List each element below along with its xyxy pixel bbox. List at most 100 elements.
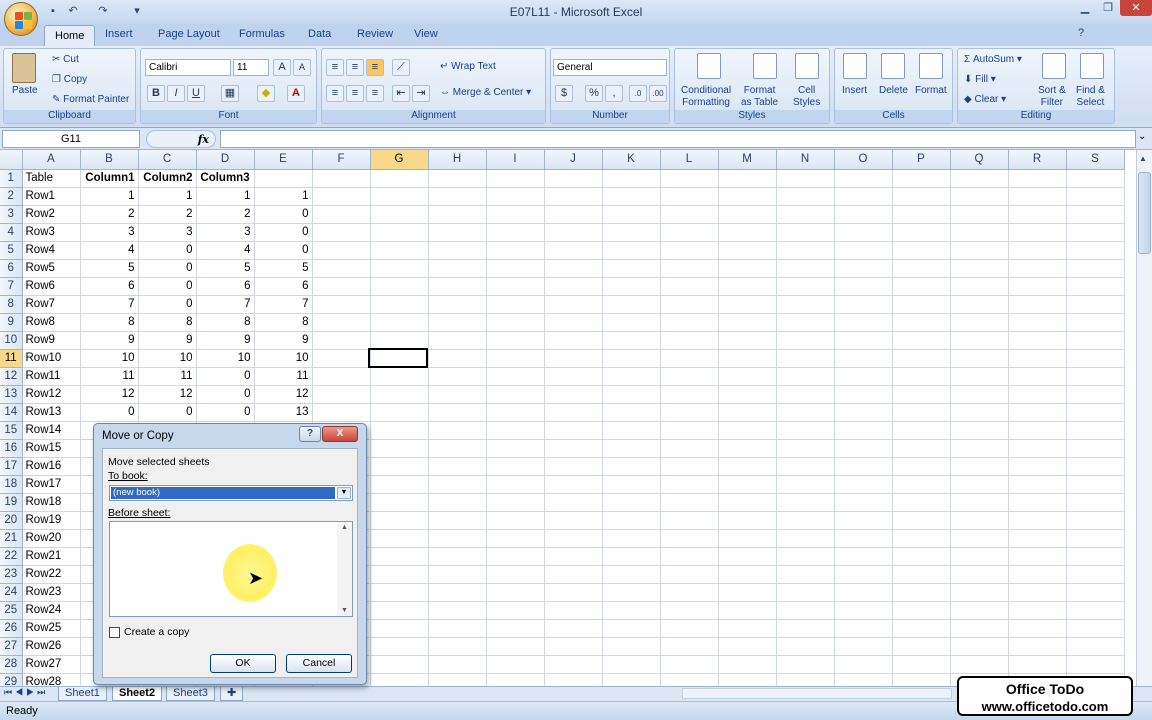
empty-cell[interactable]: [950, 421, 1009, 440]
expand-formula-icon[interactable]: ⌄: [1138, 131, 1146, 142]
empty-cell[interactable]: [486, 349, 545, 368]
empty-cell[interactable]: [486, 169, 545, 188]
empty-cell[interactable]: [776, 547, 835, 566]
empty-cell[interactable]: [428, 403, 487, 422]
create-copy-checkbox[interactable]: [109, 627, 120, 638]
cell[interactable]: 0: [80, 403, 139, 422]
empty-cell[interactable]: [1066, 529, 1125, 548]
empty-cell[interactable]: [776, 511, 835, 530]
empty-cell[interactable]: [834, 619, 893, 638]
empty-cell[interactable]: [428, 187, 487, 206]
autosum-button[interactable]: Σ AutoSum ▾: [964, 54, 1022, 65]
empty-cell[interactable]: [776, 565, 835, 584]
empty-cell[interactable]: [428, 259, 487, 278]
empty-cell[interactable]: [892, 655, 951, 674]
cell[interactable]: Row4: [22, 241, 81, 260]
empty-cell[interactable]: [660, 457, 719, 476]
empty-cell[interactable]: [602, 277, 661, 296]
empty-cell[interactable]: [428, 331, 487, 350]
empty-cell[interactable]: [1008, 277, 1067, 296]
empty-cell[interactable]: [950, 385, 1009, 404]
empty-cell[interactable]: [718, 439, 777, 458]
comma-icon[interactable]: ,: [605, 85, 623, 102]
empty-cell[interactable]: [370, 259, 429, 278]
empty-cell[interactable]: [834, 421, 893, 440]
empty-cell[interactable]: [428, 529, 487, 548]
empty-cell[interactable]: [718, 385, 777, 404]
empty-cell[interactable]: [544, 169, 603, 188]
cell[interactable]: Row16: [22, 457, 81, 476]
row-header[interactable]: 5: [0, 241, 23, 260]
empty-cell[interactable]: [1066, 493, 1125, 512]
empty-cell[interactable]: [544, 223, 603, 242]
cell[interactable]: Row12: [22, 385, 81, 404]
cell[interactable]: 0: [138, 241, 197, 260]
empty-cell[interactable]: [892, 331, 951, 350]
empty-cell[interactable]: [950, 187, 1009, 206]
row-header[interactable]: 3: [0, 205, 23, 224]
empty-cell[interactable]: [428, 349, 487, 368]
empty-cell[interactable]: [1008, 601, 1067, 620]
align-right-icon[interactable]: ≡: [366, 85, 384, 102]
decrease-indent-icon[interactable]: ⇤: [392, 85, 410, 102]
empty-cell[interactable]: [892, 529, 951, 548]
empty-cell[interactable]: [776, 241, 835, 260]
empty-cell[interactable]: [370, 547, 429, 566]
empty-cell[interactable]: [312, 277, 371, 296]
empty-cell[interactable]: [660, 169, 719, 188]
empty-cell[interactable]: [892, 493, 951, 512]
empty-cell[interactable]: [1008, 259, 1067, 278]
cell[interactable]: 7: [196, 295, 255, 314]
row-header[interactable]: 15: [0, 421, 23, 440]
empty-cell[interactable]: [950, 349, 1009, 368]
empty-cell[interactable]: [1066, 655, 1125, 674]
sheet-tab-3[interactable]: Sheet3: [166, 687, 215, 701]
empty-cell[interactable]: [718, 601, 777, 620]
scroll-up-icon[interactable]: ▲: [1139, 154, 1147, 163]
empty-cell[interactable]: [892, 619, 951, 638]
empty-cell[interactable]: [370, 169, 429, 188]
empty-cell[interactable]: [776, 403, 835, 422]
copy-button[interactable]: ❐ Copy: [52, 74, 87, 85]
empty-cell[interactable]: [718, 493, 777, 512]
cell[interactable]: Row23: [22, 583, 81, 602]
empty-cell[interactable]: [834, 403, 893, 422]
empty-cell[interactable]: [1066, 439, 1125, 458]
column-header-C[interactable]: C: [138, 150, 197, 170]
cell[interactable]: 3: [138, 223, 197, 242]
empty-cell[interactable]: [312, 205, 371, 224]
empty-cell[interactable]: [1066, 205, 1125, 224]
column-header-Q[interactable]: Q: [950, 150, 1009, 170]
empty-cell[interactable]: [834, 295, 893, 314]
empty-cell[interactable]: [892, 349, 951, 368]
font-name-combo[interactable]: Calibri: [145, 59, 231, 76]
empty-cell[interactable]: [892, 637, 951, 656]
empty-cell[interactable]: [544, 493, 603, 512]
empty-cell[interactable]: [428, 169, 487, 188]
empty-cell[interactable]: [1066, 403, 1125, 422]
empty-cell[interactable]: [1066, 277, 1125, 296]
tab-formulas[interactable]: Formulas: [239, 28, 285, 40]
empty-cell[interactable]: [1066, 313, 1125, 332]
empty-cell[interactable]: [718, 511, 777, 530]
cell[interactable]: 12: [80, 385, 139, 404]
empty-cell[interactable]: [776, 259, 835, 278]
empty-cell[interactable]: [892, 169, 951, 188]
empty-cell[interactable]: [950, 529, 1009, 548]
empty-cell[interactable]: [428, 277, 487, 296]
empty-cell[interactable]: [776, 277, 835, 296]
empty-cell[interactable]: [892, 223, 951, 242]
bold-button[interactable]: B: [147, 85, 165, 102]
row-header[interactable]: 23: [0, 565, 23, 584]
dialog-help-button[interactable]: ?: [299, 426, 321, 442]
cell[interactable]: 10: [138, 349, 197, 368]
empty-cell[interactable]: [1008, 223, 1067, 242]
empty-cell[interactable]: [602, 565, 661, 584]
empty-cell[interactable]: [718, 655, 777, 674]
cell[interactable]: Row1: [22, 187, 81, 206]
empty-cell[interactable]: [834, 601, 893, 620]
increase-indent-icon[interactable]: ⇥: [412, 85, 430, 102]
empty-cell[interactable]: [1008, 583, 1067, 602]
cell[interactable]: 9: [138, 331, 197, 350]
empty-cell[interactable]: [660, 223, 719, 242]
